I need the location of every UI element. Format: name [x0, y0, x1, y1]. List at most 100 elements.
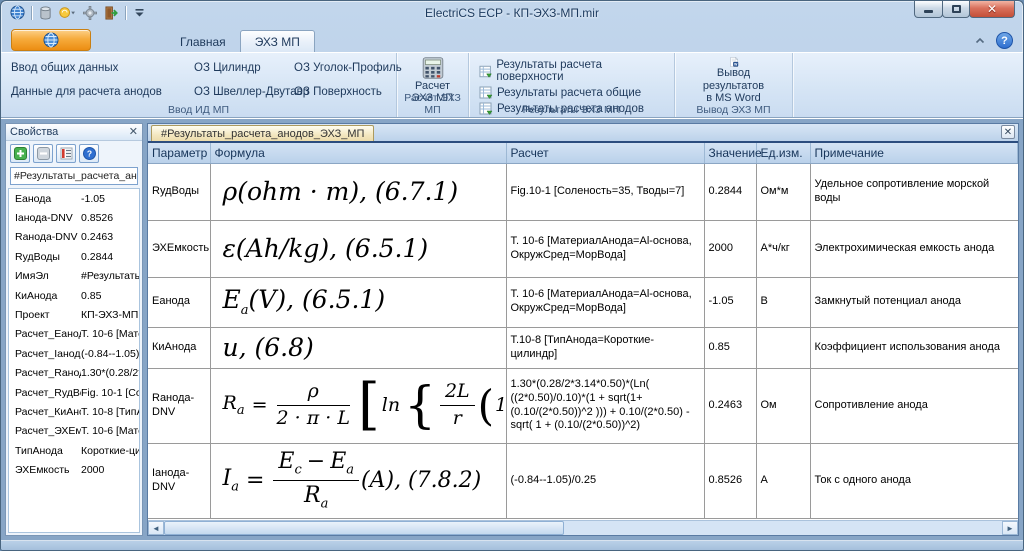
results-table: Параметр Формула Расчет Значение Ед.изм.…: [148, 143, 1018, 519]
formula: Ra = ρ2 · π · L [ ln { 2Lr ( 1+ √1 +: [223, 380, 507, 431]
header-calc[interactable]: Расчет: [506, 143, 704, 163]
app-window: ElectriCS ECP - КП-ЭХЗ-МП.mir ✕ Главная …: [0, 0, 1024, 551]
property-name: Проект: [9, 309, 81, 321]
param-name: КиАнода: [152, 341, 196, 353]
header-param[interactable]: Параметр: [148, 143, 210, 163]
minimize-button[interactable]: [914, 1, 943, 18]
ribbon-button-oz-shveller-dvutavr[interactable]: ОЗ Швеллер-Двутавр: [190, 84, 290, 100]
scroll-right-icon[interactable]: ►: [1002, 521, 1018, 535]
group-label: Результаты ЭХЗ МП: [469, 104, 674, 116]
property-row[interactable]: Расчет_Rанода1.30*(0.28/2*3: [9, 364, 139, 383]
calc-expression: (-0.84--1.05)/0.25: [511, 474, 700, 488]
property-row[interactable]: Расчет_RудВодFig. 10-1 [Соле: [9, 383, 139, 402]
calc-expression: Fig.10-1 [Соленость=35, Тводы=7]: [511, 185, 700, 199]
document-close-button[interactable]: ✕: [1001, 125, 1015, 139]
add-button[interactable]: [10, 144, 30, 163]
property-row[interactable]: ТипАнодаКороткие-цил: [9, 441, 139, 460]
unit: Ом*м: [761, 185, 789, 197]
collapse-ribbon-icon[interactable]: [972, 33, 988, 49]
horizontal-scrollbar[interactable]: ◄ ►: [148, 520, 1018, 535]
property-name: Еанода: [9, 193, 81, 205]
ribbon-tab-row: Главная ЭХЗ МП ?: [1, 28, 1023, 52]
table-row[interactable]: RудВоды ρ(ohm · m), (6.7.1) Fig.10-1 [Со…: [148, 163, 1018, 220]
table-row[interactable]: Iанода-DNV Ia = Ec−Ea Ra (A), (7.8.2): [148, 443, 1018, 518]
scroll-left-icon[interactable]: ◄: [148, 521, 164, 535]
scrollbar-track[interactable]: [564, 521, 1002, 535]
tab-ehz-mp[interactable]: ЭХЗ МП: [240, 30, 315, 52]
panel-close-icon[interactable]: ✕: [129, 127, 138, 138]
note: Сопротивление анода: [815, 399, 928, 411]
ribbon-button-rezultaty-poverkhnosti[interactable]: Результаты расчета поверхности: [475, 58, 668, 84]
group-label: Ввод ИД МП: [1, 104, 396, 116]
scrollbar-thumb[interactable]: [164, 521, 564, 535]
property-row[interactable]: Rанода-DNV0.2463: [9, 228, 139, 247]
table-row[interactable]: Rанода-DNV Ra = ρ2 · π · L [ ln { 2Lr (: [148, 368, 1018, 443]
ribbon-button-dannye-dlya-rascheta-anodov[interactable]: Данные для расчета анодов: [7, 84, 190, 100]
categorize-button[interactable]: [56, 144, 76, 163]
property-row[interactable]: Расчет_КиАнодТ. 10-8 [ТипАн: [9, 402, 139, 421]
properties-title: Свойства: [10, 126, 58, 138]
formula: u, (6.8): [223, 333, 314, 362]
close-button[interactable]: ✕: [969, 1, 1015, 18]
app-globe-icon: [43, 32, 59, 48]
note: Замкнутый потенциал анода: [815, 295, 961, 307]
ribbon-button-vvod-obshchikh-dannykh[interactable]: Ввод общих данных: [7, 60, 190, 76]
maximize-button[interactable]: [942, 1, 970, 18]
property-name: Расчет_Еанода: [9, 328, 81, 340]
formula: Ia = Ec−Ea Ra (A), (7.8.2): [223, 448, 482, 512]
property-row[interactable]: КиАнода0.85: [9, 286, 139, 305]
header-formula[interactable]: Формула: [210, 143, 506, 163]
note: Удельное сопротивление морской воды: [815, 178, 990, 204]
header-note[interactable]: Примечание: [810, 143, 1018, 163]
window-title: ElectriCS ECP - КП-ЭХЗ-МП.mir: [1, 6, 1023, 20]
table-row[interactable]: КиАнода u, (6.8) Т.10-8 [ТипАнода=Коротк…: [148, 327, 1018, 368]
property-name: Расчет_Iанода-: [9, 348, 81, 360]
element-selector[interactable]: #Результаты_расчета_анодов_Э: [10, 167, 138, 185]
property-row[interactable]: RудВоды0.2844: [9, 247, 139, 266]
unit: А*ч/кг: [761, 242, 790, 254]
document-tab[interactable]: #Результаты_расчета_анодов_ЭХЗ_МП: [151, 125, 374, 141]
table-row[interactable]: ЭХЕмкость ε(Ah/kg), (6.5.1) Т. 10-6 [Мат…: [148, 220, 1018, 277]
unit: А: [761, 474, 768, 486]
properties-grid: Еанода-1.05 Iанода-DNV0.8526 Rанода-DNV0…: [8, 188, 140, 533]
report-table-icon: [479, 65, 492, 78]
categorize-icon: [60, 147, 73, 160]
unit: Ом: [761, 399, 777, 411]
property-row[interactable]: ИмяЭл#Результаты_: [9, 267, 139, 286]
param-name: RудВоды: [152, 185, 199, 197]
property-value: -1.05: [81, 193, 139, 205]
header-value[interactable]: Значение: [704, 143, 756, 163]
property-row[interactable]: Iанода-DNV0.8526: [9, 208, 139, 227]
property-row[interactable]: Еанода-1.05: [9, 189, 139, 208]
help-icon: ?: [83, 147, 96, 160]
value: 0.2463: [709, 399, 743, 411]
ribbon-button-rezultaty-obshchie[interactable]: Результаты расчета общие: [475, 85, 668, 100]
ribbon-button-vyvod-ms-word[interactable]: W Вывод результатов в MS Word: [681, 56, 786, 106]
property-row[interactable]: Расчет_ЭХЕмкоТ. 10-6 [Матер: [9, 422, 139, 441]
property-value: 0.2844: [81, 251, 139, 263]
remove-button[interactable]: [33, 144, 53, 163]
property-row[interactable]: ПроектКП-ЭХЗ-МП: [9, 305, 139, 324]
header-unit[interactable]: Ед.изм.: [756, 143, 810, 163]
property-value: 0.85: [81, 290, 139, 302]
window-controls: ✕: [914, 1, 1015, 18]
help-icon[interactable]: ?: [996, 32, 1013, 49]
property-value: (-0.84--1.05)/0: [81, 348, 139, 360]
svg-text:?: ?: [86, 149, 91, 159]
ribbon: Ввод общих данных ОЗ Цилиндр ОЗ Уголок-П…: [1, 52, 1023, 118]
property-row[interactable]: Расчет_ЕанодаТ. 10-6 [Матер: [9, 325, 139, 344]
help-button[interactable]: ?: [79, 144, 99, 163]
table-row[interactable]: Еанода Ea(V), (6.5.1) Т. 10-6 [МатериалА…: [148, 277, 1018, 327]
property-row[interactable]: Расчет_Iанода-(-0.84--1.05)/0: [9, 344, 139, 363]
property-value: Fig. 10-1 [Соле: [81, 387, 139, 399]
property-value: Т. 10-8 [ТипАн: [81, 406, 139, 418]
property-value: 2000: [81, 464, 139, 476]
tab-glavnaya[interactable]: Главная: [166, 31, 240, 52]
ribbon-button-oz-poverkhnost[interactable]: ОЗ Поверхность: [290, 84, 390, 100]
document-tab-strip: #Результаты_расчета_анодов_ЭХЗ_МП ✕: [148, 124, 1018, 143]
application-button[interactable]: [11, 29, 91, 51]
ribbon-button-oz-cilindr[interactable]: ОЗ Цилиндр: [190, 60, 290, 76]
ribbon-button-oz-ugolok-profil[interactable]: ОЗ Уголок-Профиль: [290, 60, 390, 76]
property-row[interactable]: ЭХЕмкость2000: [9, 460, 139, 479]
ribbon-group-vyvod: W Вывод результатов в MS Word Вывод ЭХЗ …: [675, 53, 793, 117]
